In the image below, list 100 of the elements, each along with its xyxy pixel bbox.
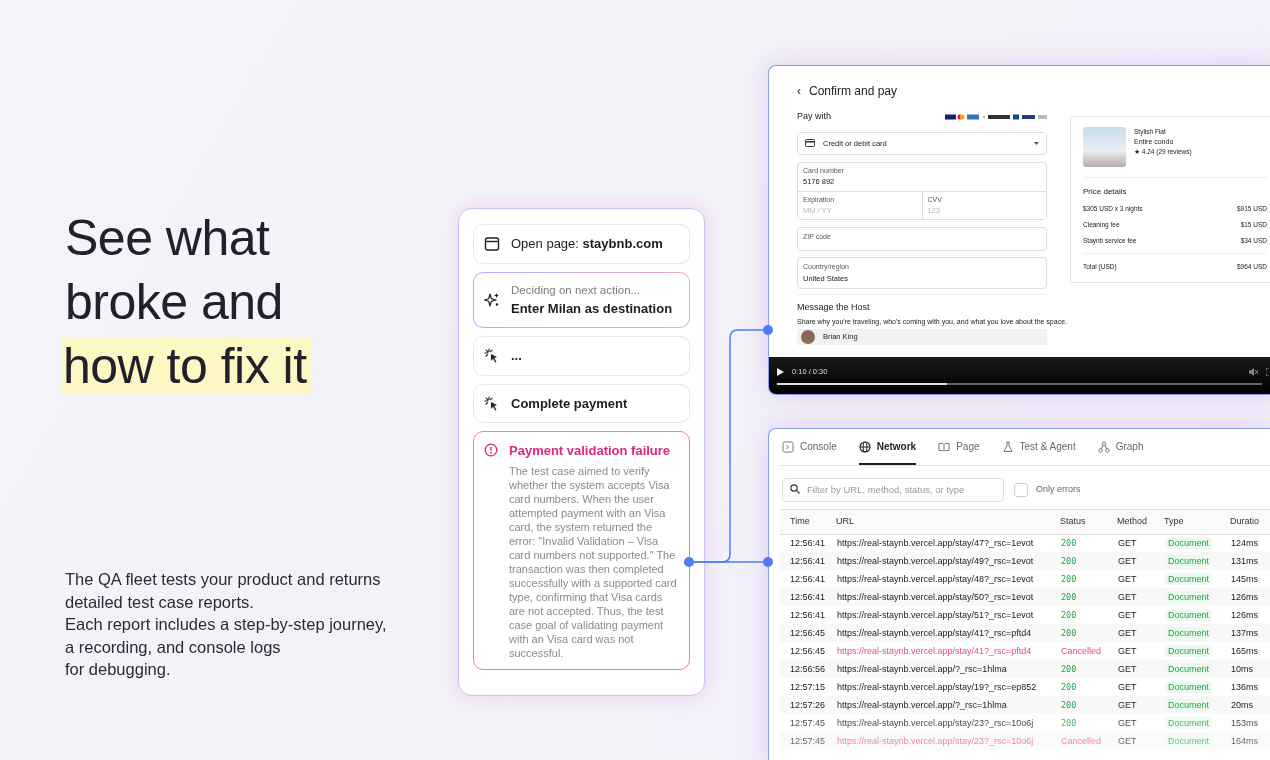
- type-tag: Document: [1165, 716, 1213, 729]
- table-cell: https://real-staynb.vercel.app/stay/23?_rsc=10o6j: [837, 735, 1034, 746]
- table-cell: GET: [1118, 591, 1137, 602]
- table-cell: 136ms: [1231, 681, 1258, 692]
- section-title: Price details: [1083, 186, 1128, 198]
- table-cell: https://real-staynb.vercel.app/stay/48?_rsc=1evot: [837, 573, 1034, 584]
- book-icon: [938, 440, 951, 453]
- globe-icon: [858, 440, 871, 453]
- error-description: The test case aimed to verify whether the system accepts Visa card numbers. When the user attempted payment with an Visa card, the system returned the error: "Invalid Validation – Visa card numbers not supported." The transaction was then completed successfully with a supported card type, confirming that Visa cards are not accepted. Thus, the test case goal of validating payment with an Visa card was not successful.: [509, 463, 678, 660]
- status-text: 200: [1061, 573, 1077, 584]
- photo-placeholder: [1083, 127, 1126, 167]
- status-text: 200: [1061, 591, 1077, 602]
- muted-speaker-icon[interactable]: [1249, 367, 1258, 376]
- search-field[interactable]: Filter by URL, method, status, or type: [782, 478, 1004, 503]
- step-label: Complete payment: [511, 394, 628, 413]
- table-cell: GET: [1118, 627, 1137, 638]
- description: The QA fleet tests your product and returns detailed test case reports. Each report includes a step-by-step journey, a recording, and console logs for debugging.: [65, 569, 388, 680]
- browser-window-icon: [484, 235, 500, 252]
- table-cell: https://real-staynb.vercel.app/?_rsc=1hlma: [837, 663, 1007, 674]
- progress-track[interactable]: [777, 383, 1262, 386]
- table-cell: 164ms: [1231, 735, 1258, 746]
- table-cell: 126ms: [1231, 591, 1258, 602]
- type-tag: Document: [1165, 572, 1213, 585]
- column-header: Type: [1164, 510, 1230, 535]
- table-cell: 12:56:45: [790, 627, 826, 638]
- table-cell: 145ms: [1231, 573, 1258, 584]
- status-text: 200: [1061, 663, 1077, 674]
- table-cell: https://real-staynb.vercel.app/stay/51?_rsc=1evot: [837, 609, 1034, 620]
- table-cell: 126ms: [1231, 609, 1258, 620]
- table-cell: GET: [1118, 699, 1137, 710]
- payment-logos-icon: [945, 113, 1047, 120]
- table-cell: https://real-staynb.vercel.app/stay/49?_rsc=1evot: [837, 555, 1034, 566]
- column-header: Method: [1117, 510, 1164, 535]
- page-title: Confirm and pay: [809, 83, 898, 100]
- table-cell: https://real-staynb.vercel.app/stay/23?_rsc=10o6j: [837, 717, 1034, 728]
- table-cell: GET: [1118, 609, 1137, 620]
- table-cell: https://real-staynb.vercel.app/stay/41?_rsc=pftd4: [837, 627, 1032, 638]
- table-cell: 12:57:45: [790, 717, 826, 728]
- table-cell: 137ms: [1231, 627, 1258, 638]
- table-cell: 20ms: [1231, 699, 1253, 710]
- table-cell: https://real-staynb.vercel.app/stay/47?_rsc=1evot: [837, 537, 1034, 548]
- error-title: Payment validation failure: [509, 442, 672, 461]
- table-cell: GET: [1118, 717, 1137, 728]
- table-cell: https://real-staynb.vercel.app/stay/50?_rsc=1evot: [837, 591, 1034, 602]
- table-cell: 131ms: [1231, 555, 1258, 566]
- step-status: Deciding on next action...: [511, 282, 642, 298]
- pay-with-label: Pay with: [797, 110, 831, 123]
- table-cell: 124ms: [1231, 537, 1258, 548]
- section-title: Message the Host: [797, 301, 871, 314]
- table-cell: 165ms: [1231, 645, 1258, 656]
- back-button[interactable]: ‹: [797, 82, 801, 100]
- connector-dot: [684, 557, 694, 567]
- status-text: 200: [1061, 555, 1077, 566]
- type-tag: Document: [1165, 644, 1213, 657]
- column-header: URL: [836, 510, 1060, 535]
- step-label: ...: [511, 347, 522, 366]
- avatar-icon: [801, 329, 815, 344]
- status-text: 200: [1061, 627, 1077, 638]
- type-tag: Document: [1165, 734, 1213, 747]
- type-tag: Document: [1165, 698, 1213, 711]
- table-cell: 12:56:41: [790, 555, 826, 566]
- status-text: 200: [1061, 699, 1077, 710]
- step-label: Open page: staybnb.com: [511, 235, 663, 253]
- flask-icon: [1001, 440, 1014, 453]
- table-cell: 12:57:15: [790, 681, 826, 692]
- table-cell: GET: [1118, 681, 1137, 692]
- type-tag: Document: [1165, 680, 1213, 693]
- table-cell: 12:56:41: [790, 537, 826, 548]
- tab[interactable]: Console: [782, 429, 837, 465]
- tab[interactable]: Test & Agent: [1001, 429, 1076, 465]
- table-cell: https://real-staynb.vercel.app/stay/19?_rsc=ep852: [837, 681, 1037, 692]
- table-cell: 10ms: [1231, 663, 1253, 674]
- table-cell: 12:57:26: [790, 699, 826, 710]
- table-cell: https://real-staynb.vercel.app/?_rsc=1hlma: [837, 699, 1007, 710]
- status-text: 200: [1061, 717, 1077, 728]
- table-cell: 12:56:41: [790, 609, 826, 620]
- checkbox[interactable]: [1014, 483, 1028, 498]
- table-cell: GET: [1118, 537, 1137, 548]
- type-tag: Document: [1165, 590, 1213, 603]
- card-icon: [805, 139, 815, 148]
- table-cell: GET: [1118, 645, 1137, 656]
- play-icon[interactable]: [777, 367, 784, 376]
- table-cell: GET: [1118, 555, 1137, 566]
- type-tag: Document: [1165, 608, 1213, 621]
- tab[interactable]: Page: [938, 429, 980, 465]
- column-header: Time: [780, 510, 836, 535]
- table-cell: 12:57:45: [790, 735, 826, 746]
- caret-icon: [1034, 141, 1039, 145]
- table-cell: GET: [1118, 663, 1137, 674]
- tab[interactable]: Network: [858, 429, 917, 465]
- column-header: Status: [1060, 510, 1117, 535]
- tab[interactable]: Graph: [1097, 429, 1144, 465]
- table-cell: GET: [1118, 573, 1137, 584]
- table-cell: GET: [1118, 735, 1137, 746]
- connector-dot: [763, 325, 773, 335]
- status-text: 200: [1061, 681, 1077, 692]
- info-icon: [484, 443, 498, 458]
- status-text: 200: [1061, 537, 1077, 548]
- terminal-icon: [782, 440, 794, 453]
- column-header: Duratio: [1230, 510, 1270, 535]
